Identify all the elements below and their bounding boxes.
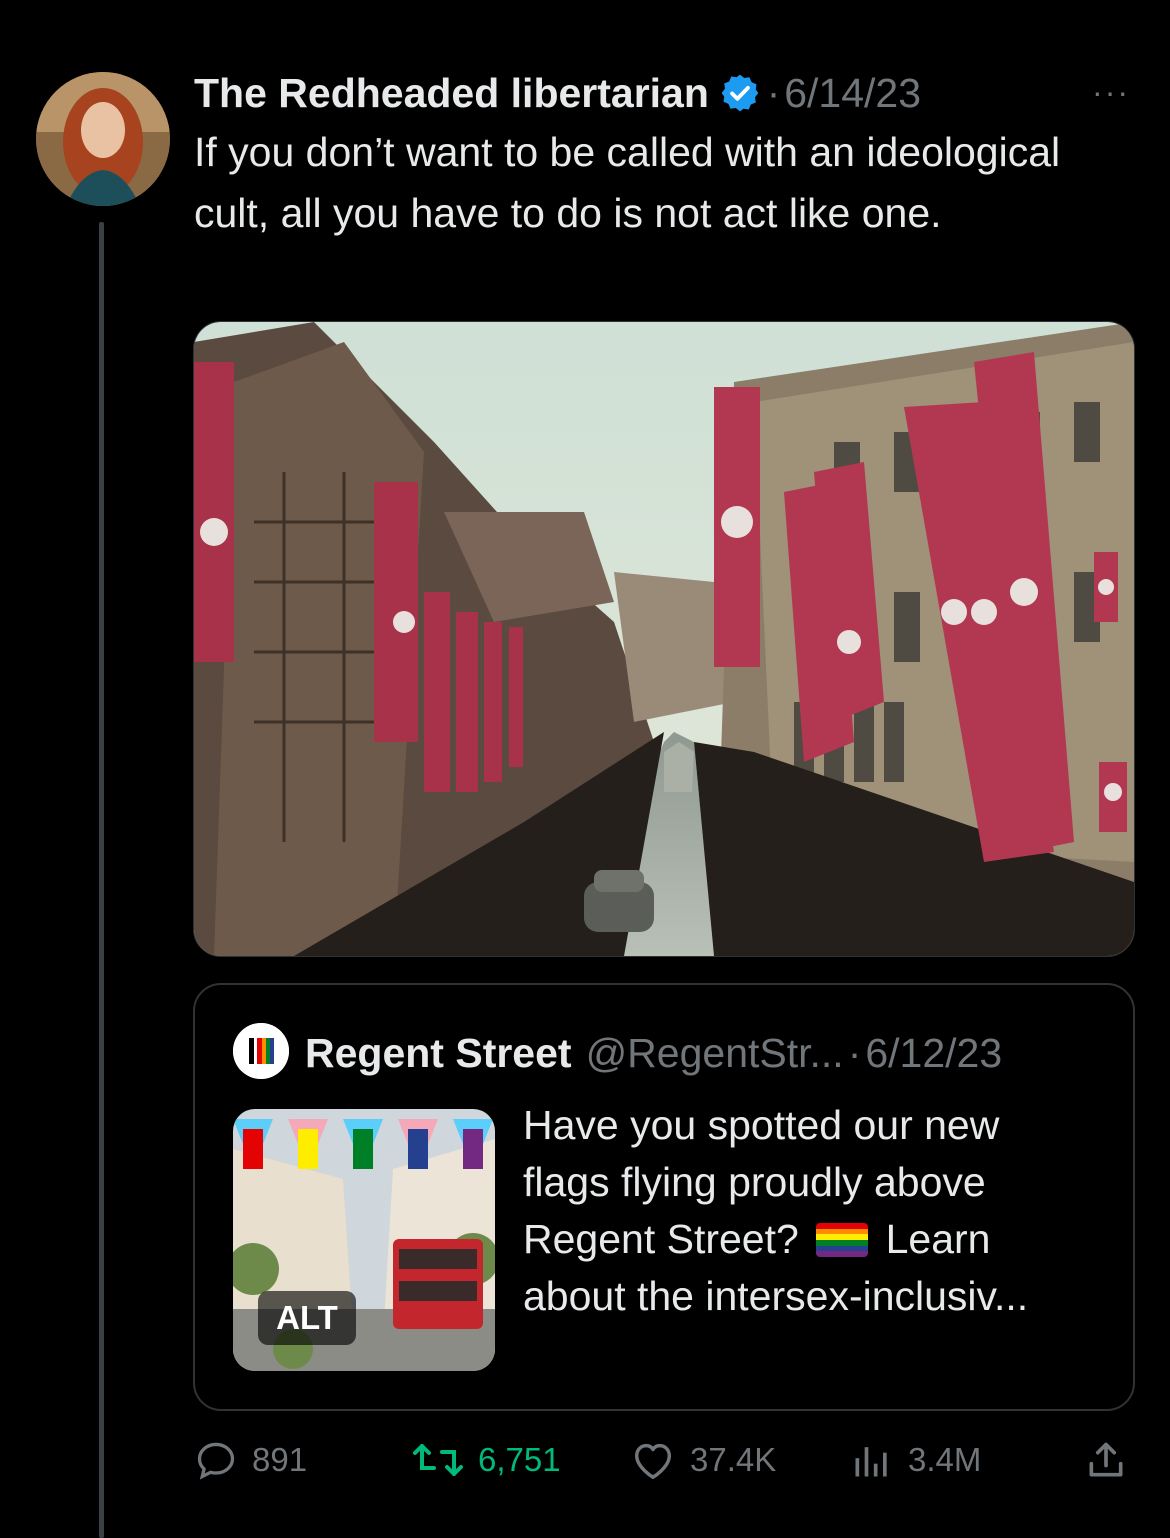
tweet-date[interactable]: 6/14/23 [784,70,921,117]
author-avatar[interactable] [36,72,170,206]
quoted-tweet-header: Regent Street @RegentStr... · 6/12/23 [305,1025,1002,1081]
like-button[interactable]: 37.4K [630,1430,776,1490]
header-separator: · [766,70,781,115]
tweet-text: If you don’t want to be called with an i… [194,129,1061,236]
quoted-tweet-thumbnail[interactable]: ALT [233,1109,495,1371]
quoted-header-separator: · [847,1029,862,1076]
more-options-button[interactable]: ··· [1092,74,1130,111]
quoted-author-name[interactable]: Regent Street [305,1030,572,1077]
quoted-author-avatar[interactable] [233,1023,289,1079]
author-name[interactable]: The Redheaded libertarian [194,70,709,117]
view-count: 3.4M [908,1441,982,1478]
tweet-photo[interactable] [193,321,1135,957]
quoted-tweet-card[interactable]: Regent Street @RegentStr... · 6/12/23 AL… [193,983,1135,1411]
rainbow-flag-icon [816,1223,869,1257]
reply-icon [197,1442,235,1480]
like-count: 37.4K [690,1441,777,1478]
retweet-icon [413,1444,463,1476]
views-button[interactable]: 3.4M [850,1430,981,1490]
share-button[interactable] [1084,1430,1142,1490]
alt-text-badge[interactable]: ALT [258,1291,356,1345]
reply-count: 891 [252,1441,308,1478]
quoted-tweet-text: Have you spotted our new flags flying pr… [523,1097,1083,1325]
quoted-tweet-date[interactable]: 6/12/23 [865,1030,1002,1077]
analytics-bar-icon [855,1447,887,1477]
quoted-author-handle[interactable]: @RegentStr... [586,1030,844,1077]
reply-button[interactable]: 891 [194,1430,307,1490]
share-icon [1089,1442,1123,1477]
thread-connector-line [99,222,104,1538]
retweet-button[interactable]: 6,751 [412,1430,561,1490]
heart-icon [634,1443,672,1479]
tweet-action-bar: 891 6,751 37.4K 3.4M [194,1430,1134,1490]
verified-badge-icon [719,72,761,114]
retweet-count: 6,751 [478,1441,561,1478]
tweet-header: The Redheaded libertarian · 6/14/23 [194,66,921,120]
